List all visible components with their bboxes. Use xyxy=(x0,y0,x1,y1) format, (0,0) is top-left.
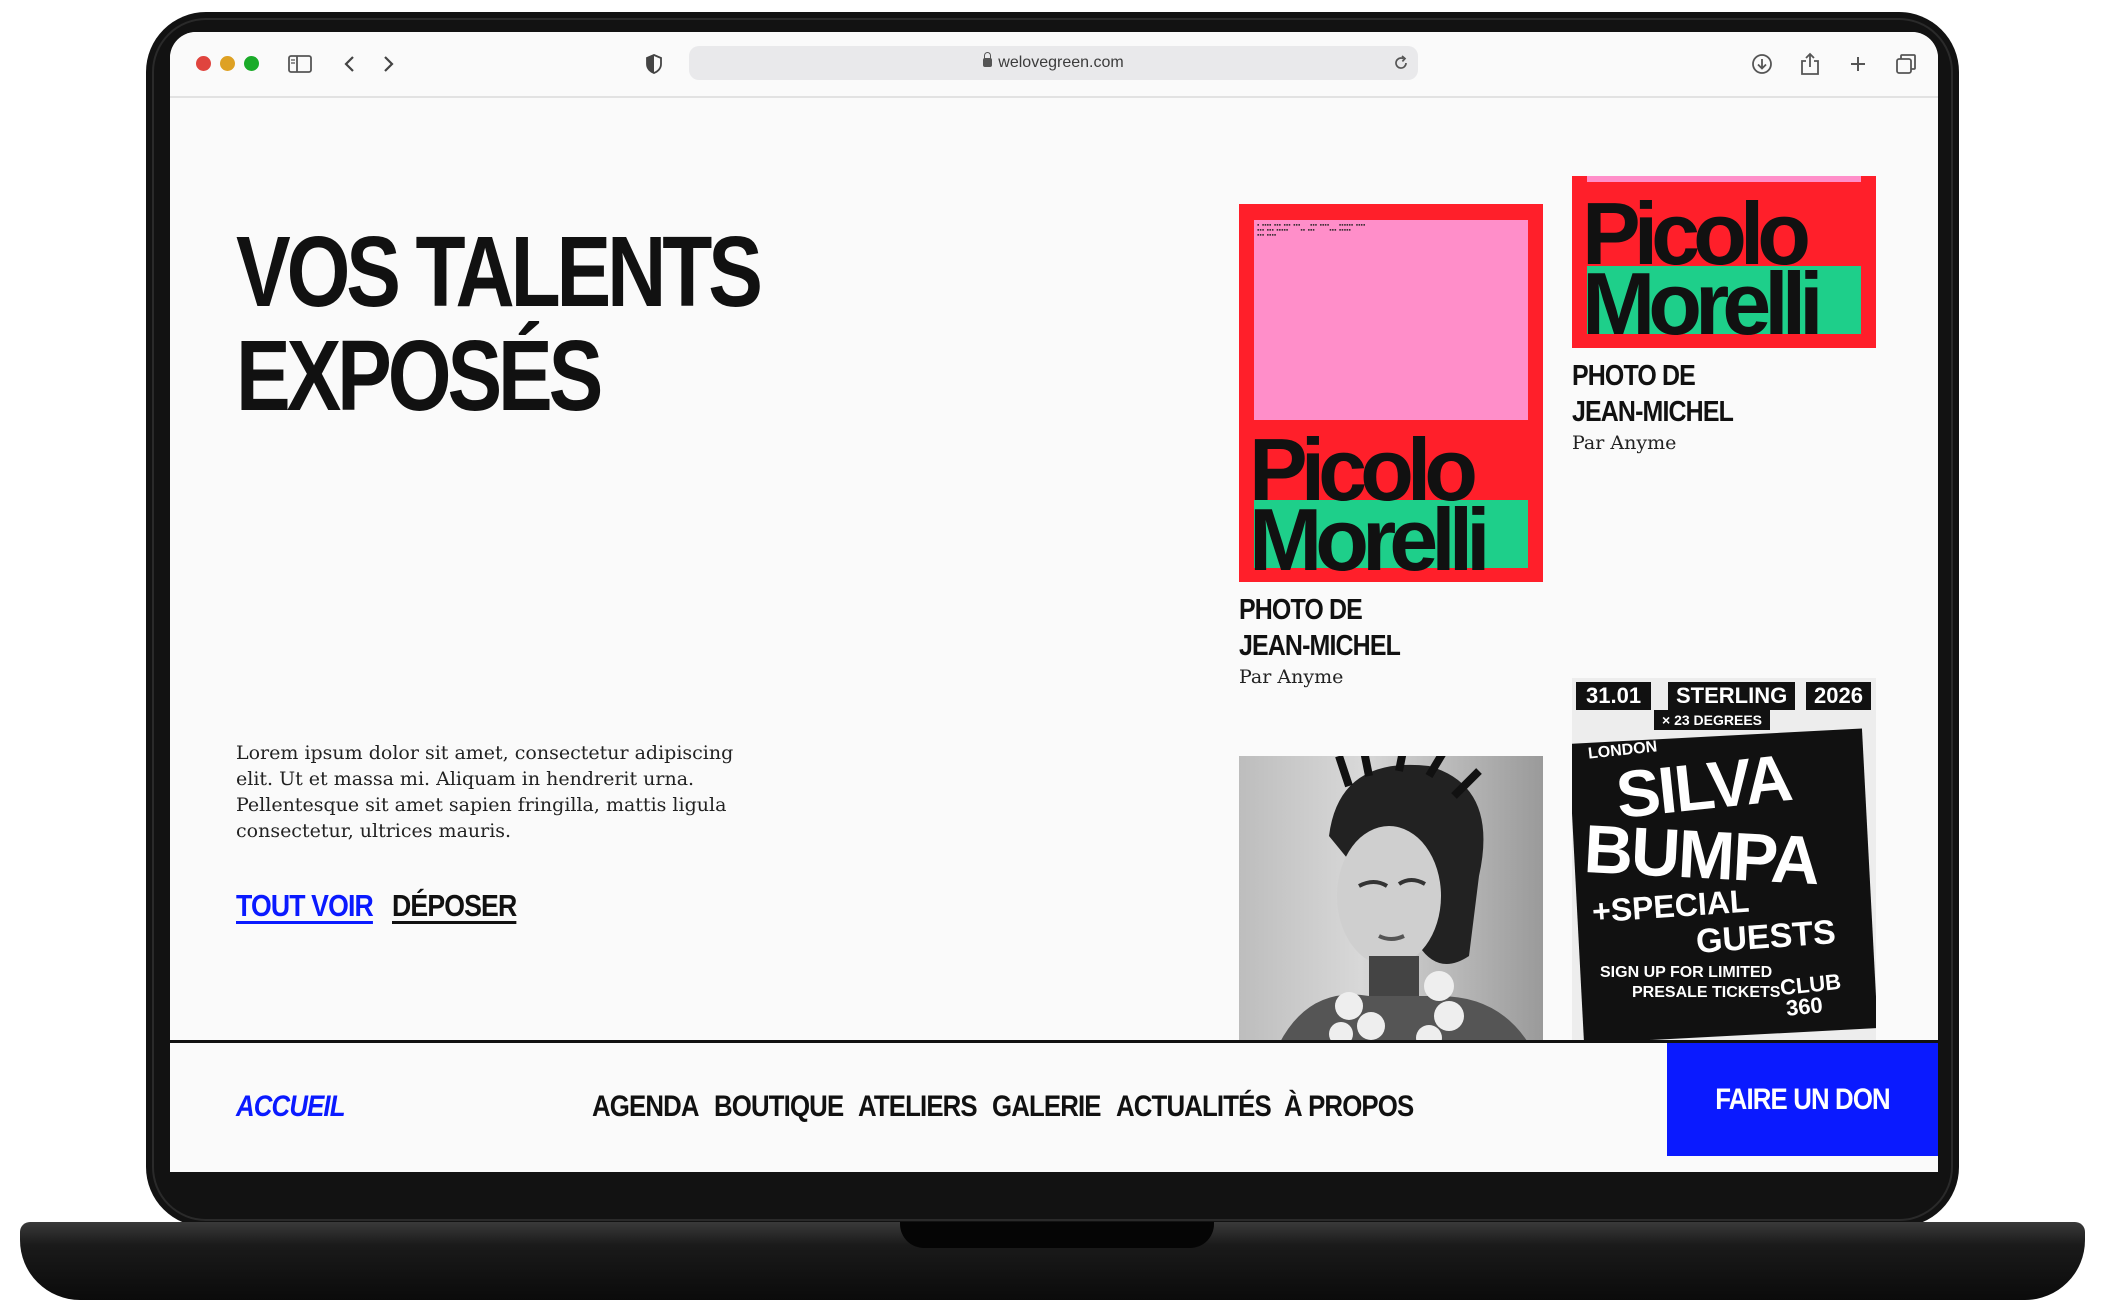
poster-title-line-2: Morelli xyxy=(1249,490,1491,583)
browser-toolbar: welovegreen.com xyxy=(170,32,1938,98)
event-date: 31.01 xyxy=(1576,682,1652,710)
card-1-author: Par Anyme xyxy=(1239,666,1344,688)
card-2-title[interactable]: PHOTO DE JEAN-MICHEL xyxy=(1572,358,1734,430)
card-1-title-line-1: PHOTO DE xyxy=(1239,594,1363,626)
address-bar[interactable]: welovegreen.com xyxy=(689,46,1418,80)
event-year: 2026 xyxy=(1806,682,1871,710)
share-icon[interactable] xyxy=(1794,48,1826,80)
portrait-illustration xyxy=(1279,756,1529,1044)
event-club-2: 360 xyxy=(1784,992,1824,1021)
reload-icon[interactable] xyxy=(1392,54,1410,77)
nav-item-a-propos[interactable]: À PROPOS xyxy=(1284,1090,1414,1124)
card-4-event-poster[interactable]: 31.01 STERLING 2026 × 23 DEGREES LONDON … xyxy=(1572,678,1876,1044)
nav-item-agenda[interactable]: AGENDA xyxy=(592,1090,700,1124)
poster-fine-print: ▪ ▪▪▪▪ ▪▪▪ ▪▪▪ ▪▪▪ ▪▪▪ ▪▪▪▪ ▪▪▪▪▪▪ ▪▪▪▪ ▪… xyxy=(1257,222,1366,237)
laptop-notch xyxy=(900,1222,1214,1248)
web-page: VOS TALENTS EXPOSÉS Lorem ipsum dolor si… xyxy=(170,98,1938,1172)
donate-button[interactable]: FAIRE UN DON xyxy=(1667,1043,1938,1156)
page-title-line-2: EXPOSÉS xyxy=(236,320,603,432)
poster-title-line-2: Morelli xyxy=(1582,254,1824,348)
submit-link[interactable]: DÉPOSER xyxy=(392,888,517,924)
poster-pink-area xyxy=(1587,176,1861,182)
poster-pink-area xyxy=(1254,220,1528,420)
card-2-poster[interactable]: Picolo Morelli xyxy=(1572,176,1876,348)
back-icon[interactable] xyxy=(334,48,366,80)
browser-window: welovegreen.com VOS TALENTS EXPOSÉS Lore… xyxy=(170,32,1938,1172)
event-collab: × 23 DEGREES xyxy=(1654,710,1770,730)
forward-icon[interactable] xyxy=(372,48,404,80)
view-all-link[interactable]: TOUT VOIR xyxy=(236,888,374,924)
download-icon[interactable] xyxy=(1746,48,1778,80)
card-2-title-line-2: JEAN-MICHEL xyxy=(1572,396,1734,428)
maximize-window-button[interactable] xyxy=(244,56,259,71)
card-2-title-line-1: PHOTO DE xyxy=(1572,360,1696,392)
card-3-portrait-photo[interactable] xyxy=(1239,756,1543,1044)
page-title: VOS TALENTS EXPOSÉS xyxy=(236,216,763,432)
card-1-poster[interactable]: ▪ ▪▪▪▪ ▪▪▪ ▪▪▪ ▪▪▪ ▪▪▪ ▪▪▪▪ ▪▪▪▪▪▪ ▪▪▪▪ ▪… xyxy=(1239,204,1543,582)
lock-icon xyxy=(983,52,993,67)
privacy-shield-icon[interactable] xyxy=(638,48,670,80)
card-1-title[interactable]: PHOTO DE JEAN-MICHEL xyxy=(1239,592,1401,664)
event-venue: STERLING xyxy=(1668,682,1796,710)
nav-item-galerie[interactable]: GALERIE xyxy=(992,1090,1102,1124)
new-tab-icon[interactable] xyxy=(1842,48,1874,80)
nav-item-actualites[interactable]: ACTUALITÉS xyxy=(1116,1090,1272,1124)
minimize-window-button[interactable] xyxy=(220,56,235,71)
close-window-button[interactable] xyxy=(196,56,211,71)
page-title-line-1: VOS TALENTS xyxy=(236,216,763,328)
card-2-author: Par Anyme xyxy=(1572,432,1677,454)
event-signup-1: SIGN UP FOR LIMITED xyxy=(1600,964,1773,981)
nav-item-home[interactable]: ACCUEIL xyxy=(236,1090,346,1124)
event-signup-2: PRESALE TICKETS xyxy=(1632,984,1781,1001)
intro-text: Lorem ipsum dolor sit amet, consectetur … xyxy=(236,742,734,842)
nav-item-boutique[interactable]: BOUTIQUE xyxy=(714,1090,844,1124)
card-1-title-line-2: JEAN-MICHEL xyxy=(1239,630,1401,662)
sidebar-toggle-icon[interactable] xyxy=(284,48,316,80)
donate-button-label: FAIRE UN DON xyxy=(1715,1082,1890,1116)
tab-overview-icon[interactable] xyxy=(1890,48,1922,80)
nav-item-ateliers[interactable]: ATELIERS xyxy=(858,1090,978,1124)
bottom-navigation: ACCUEIL AGENDA BOUTIQUE ATELIERS GALERIE… xyxy=(170,1040,1938,1172)
url-text: welovegreen.com xyxy=(998,54,1124,71)
